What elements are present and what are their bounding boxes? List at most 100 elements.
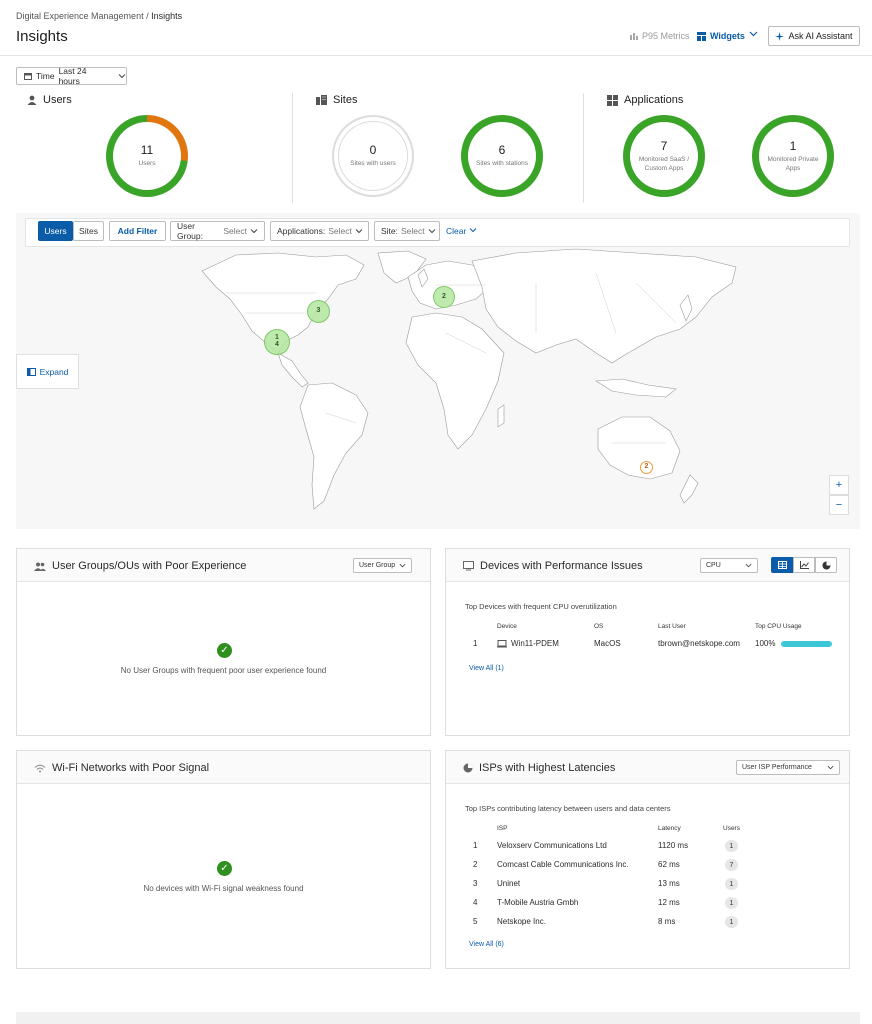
breadcrumb: Digital Experience Management / Insights [16, 11, 182, 21]
africa-shape [405, 312, 505, 450]
panel-title: Wi-Fi Networks with Poor Signal [34, 762, 209, 774]
line-chart-icon [799, 561, 809, 569]
row-rank: 1 [473, 841, 478, 850]
sites-with-users-ring[interactable]: 0 Sites with users [332, 115, 414, 197]
panel-title: User Groups/OUs with Poor Experience [34, 560, 246, 572]
user-group-dropdown-value: User Group [359, 562, 396, 569]
pie-chart-view-button[interactable] [815, 557, 837, 573]
ring-inner-border: 0 Sites with users [338, 121, 408, 191]
zoom-in-button[interactable]: + [829, 475, 849, 495]
isp-users-badge: 1 [725, 916, 738, 928]
map-cluster-west-us[interactable]: 1 4 [264, 329, 290, 355]
users-count-value: 11 [140, 143, 154, 158]
clear-filters-button[interactable]: Clear [446, 226, 477, 236]
isp-latencies-panel: ISPs with Highest Latencies User ISP Per… [445, 750, 850, 969]
page-title: Insights [16, 28, 68, 45]
row-rank: 1 [473, 639, 478, 648]
map-cluster-australia[interactable]: 2 [640, 461, 653, 474]
section-divider [292, 93, 293, 203]
user-map[interactable] [16, 213, 860, 529]
pie-chart-icon [822, 561, 831, 570]
users-count-ring[interactable]: 11 Users [106, 115, 188, 197]
map-cluster-east-us[interactable]: 3 [307, 300, 330, 323]
chevron-down-icon [399, 562, 406, 569]
new-zealand-shape [679, 474, 699, 504]
isp-performance-value: User ISP Performance [742, 764, 812, 771]
row-rank: 4 [473, 898, 478, 907]
calendar-icon [24, 72, 32, 80]
breadcrumb-parent-link[interactable]: Digital Experience Management [16, 11, 144, 21]
p95-metrics-button[interactable]: P95 Metrics [630, 31, 690, 41]
sites-section-label: Sites [333, 94, 358, 106]
ring-center: 11 Users [113, 122, 181, 190]
panel-header: Wi-Fi Networks with Poor Signal [17, 751, 430, 784]
laptop-icon [497, 639, 507, 648]
device-name: Win11-PDEM [511, 639, 559, 648]
user-group-filter-dropdown[interactable]: User Group: Select [170, 221, 265, 241]
sites-with-users-label: Sites with users [350, 160, 396, 168]
table-view-button[interactable] [771, 557, 793, 573]
isp-name: Comcast Cable Communications Inc. [497, 860, 629, 869]
panel-title: Devices with Performance Issues [463, 560, 643, 572]
devices-view-all-link[interactable]: View All (1) [469, 665, 504, 672]
applications-filter-label: Applications: [277, 226, 326, 236]
add-filter-button[interactable]: Add Filter [109, 221, 166, 241]
wifi-icon [34, 764, 46, 773]
isp-users-badge: 1 [725, 897, 738, 909]
widgets-icon [697, 31, 706, 41]
panel-header: ISPs with Highest Latencies User ISP Per… [446, 751, 849, 784]
isp-latency: 62 ms [658, 860, 680, 869]
chevron-down-icon [745, 562, 752, 569]
sites-toggle-button[interactable]: Sites [73, 221, 104, 241]
section-divider [583, 93, 584, 203]
breadcrumb-current: Insights [151, 11, 183, 21]
apps-grid-icon [607, 94, 618, 106]
sites-with-stations-ring[interactable]: 6 Sites with stations [461, 115, 543, 197]
cpu-usage-bar-fill [782, 642, 831, 646]
page-header: Digital Experience Management / Insights… [0, 0, 872, 56]
sites-with-stations-value: 6 [498, 143, 506, 158]
expand-map-button[interactable]: Expand [16, 354, 79, 389]
monitored-saas-apps-ring[interactable]: 7 Monitored SaaS / Custom Apps [623, 115, 705, 197]
isp-subtitle: Top ISPs contributing latency between us… [465, 804, 671, 813]
bottom-scroll-region [16, 1012, 860, 1024]
expand-map-label: Expand [39, 366, 69, 377]
isp-performance-dropdown[interactable]: User ISP Performance [736, 760, 840, 775]
ask-ai-assistant-button[interactable]: Ask AI Assistant [768, 26, 860, 46]
world-map-svg [201, 248, 737, 510]
line-chart-view-button[interactable] [793, 557, 815, 573]
widgets-button[interactable]: Widgets [697, 31, 745, 41]
isp-view-all-link[interactable]: View All (6) [469, 941, 504, 948]
map-cluster-europe[interactable]: 2 [433, 286, 455, 308]
user-group-dropdown[interactable]: User Group [353, 558, 412, 573]
chevron-down-icon [250, 227, 258, 235]
users-toggle-button[interactable]: Users [38, 221, 73, 241]
isp-name: Netskope Inc. [497, 917, 546, 926]
monitored-private-apps-ring[interactable]: 1 Monitored Private Apps [752, 115, 834, 197]
chevron-down-icon [118, 72, 126, 80]
sites-with-stations-label: Sites with stations [475, 160, 529, 168]
central-america-shape [277, 352, 309, 388]
column-header-device: Device [497, 623, 517, 630]
devices-panel-title: Devices with Performance Issues [480, 560, 643, 572]
user-group-filter-label: User Group: [177, 221, 203, 241]
success-check-icon: ✓ [217, 643, 232, 658]
user-groups-panel-title: User Groups/OUs with Poor Experience [52, 560, 247, 572]
site-filter-dropdown[interactable]: Site: Select [374, 221, 440, 241]
cpu-metric-dropdown[interactable]: CPU [700, 558, 758, 573]
users-section-label: Users [43, 94, 72, 106]
zoom-out-button[interactable]: − [829, 495, 849, 515]
time-range-dropdown[interactable]: Time Last 24 hours [16, 66, 127, 86]
user-groups-empty-message: No User Groups with frequent poor user e… [120, 666, 327, 675]
ring-center: 6 Sites with stations [468, 122, 536, 190]
breadcrumb-separator: / [143, 11, 152, 21]
isp-name: Uninet [497, 879, 521, 888]
applications-filter-dropdown[interactable]: Applications: Select [270, 221, 369, 241]
device-last-user: tbrown@netskope.com [658, 639, 740, 648]
isp-users-badge: 1 [725, 840, 738, 852]
column-header-isp: ISP [497, 825, 508, 832]
device-cpu-usage: 100% [755, 639, 776, 648]
user-icon [27, 95, 37, 105]
time-range-value: Last 24 hours [58, 66, 87, 86]
widgets-chevron-down-icon[interactable] [749, 29, 758, 41]
